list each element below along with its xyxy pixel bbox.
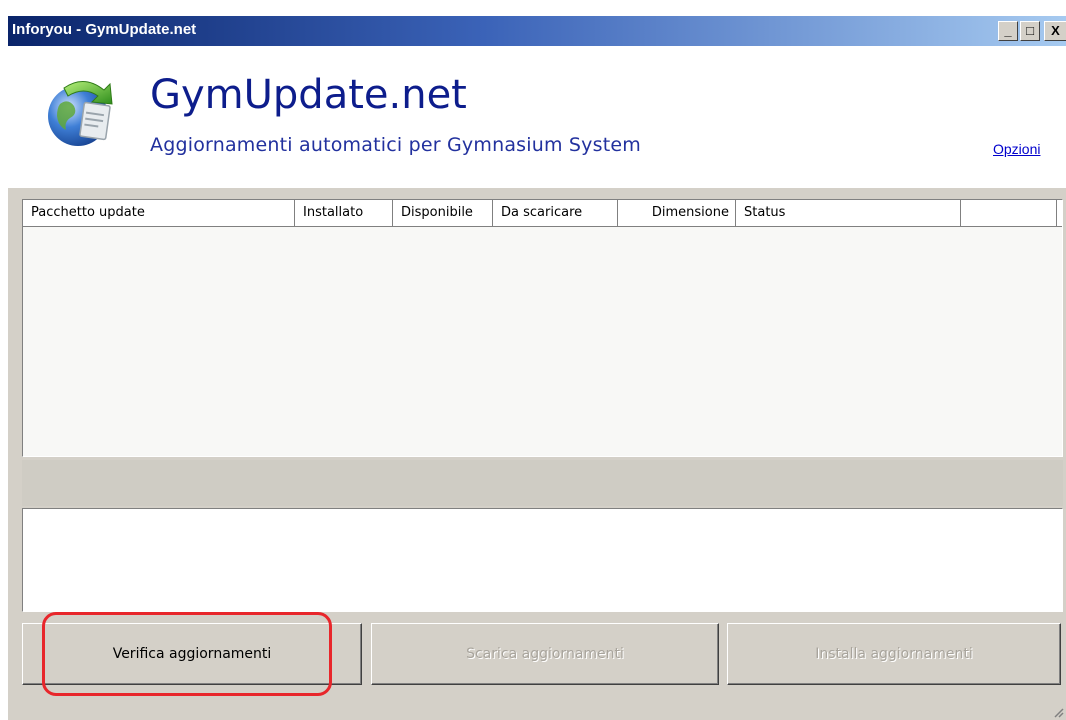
globe-update-icon <box>48 81 113 146</box>
download-updates-button[interactable]: Scarica aggiornamenti <box>371 623 719 685</box>
update-list[interactable]: Pacchetto update Installato Disponibile … <box>22 199 1063 457</box>
column-available[interactable]: Disponibile <box>393 200 493 226</box>
column-to-download[interactable]: Da scaricare <box>493 200 618 226</box>
log-textbox[interactable] <box>22 508 1063 612</box>
app-title: GymUpdate.net <box>150 72 467 118</box>
check-updates-button[interactable]: Verifica aggiornamenti <box>22 623 362 685</box>
maximize-button[interactable]: □ <box>1020 21 1040 41</box>
minimize-button[interactable]: _ <box>998 21 1018 41</box>
status-bar <box>22 460 1063 506</box>
window-title: Inforyou - GymUpdate.net <box>12 21 197 38</box>
column-size[interactable]: Dimensione <box>618 200 736 226</box>
app-subtitle: Aggiornamenti automatici per Gymnasium S… <box>150 134 641 156</box>
column-status[interactable]: Status <box>736 200 961 226</box>
title-bar[interactable]: Inforyou - GymUpdate.net _ □ X <box>8 16 1066 46</box>
column-extra[interactable] <box>961 200 1057 226</box>
column-package[interactable]: Pacchetto update <box>23 200 295 226</box>
options-link[interactable]: Opzioni <box>993 141 1040 157</box>
list-header: Pacchetto update Installato Disponibile … <box>23 200 1062 227</box>
install-updates-button[interactable]: Installa aggiornamenti <box>727 623 1061 685</box>
resize-grip-icon[interactable] <box>1052 706 1064 718</box>
close-button[interactable]: X <box>1044 21 1066 41</box>
column-installed[interactable]: Installato <box>295 200 393 226</box>
header: GymUpdate.net Aggiornamenti automatici p… <box>8 46 1066 188</box>
